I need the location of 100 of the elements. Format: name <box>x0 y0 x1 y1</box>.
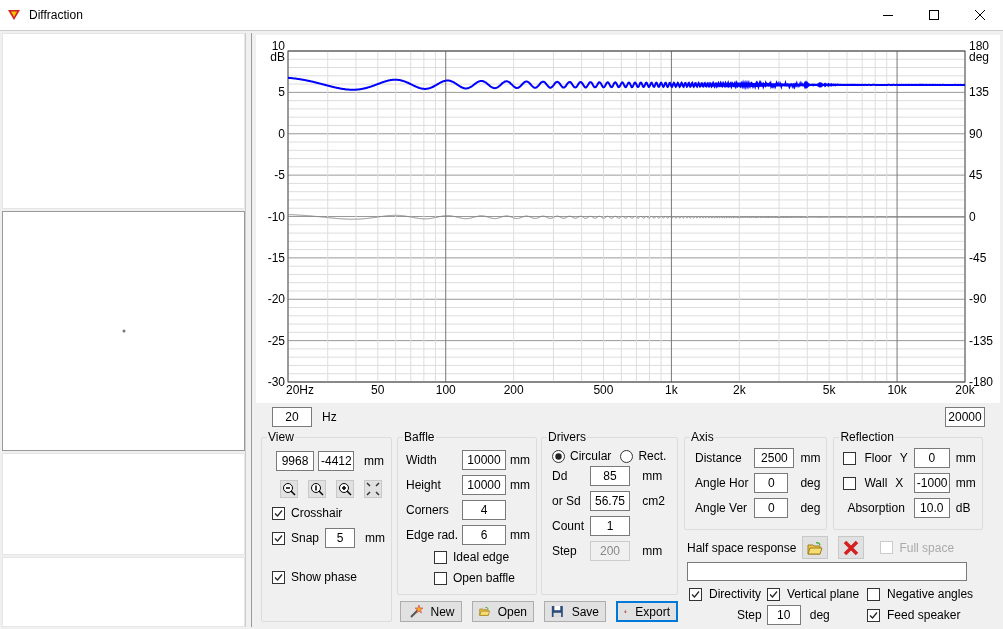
min-frequency-field[interactable]: 20 <box>272 407 312 427</box>
checkmark-icon <box>274 508 283 518</box>
checkbox[interactable] <box>272 531 285 545</box>
y-axis-tick-label: -90 <box>969 292 987 307</box>
group-title: Drivers <box>547 430 588 444</box>
input-field[interactable]: 2500 <box>754 448 795 468</box>
unit-label: mm <box>510 528 531 542</box>
input-field[interactable]: 6 <box>462 525 507 545</box>
folder-icon <box>807 540 824 555</box>
unit-label: mm <box>642 544 664 558</box>
zoom-out-icon <box>282 482 296 496</box>
y-axis-tick-label: -30 <box>267 375 285 389</box>
y-axis-tick-label: 0 <box>278 126 285 141</box>
x-axis-tick-label: 5k <box>822 383 836 397</box>
input-field[interactable]: -1000 <box>913 473 950 493</box>
input-field[interactable]: 56.75 <box>590 491 631 511</box>
zoom-in-button[interactable] <box>336 480 354 498</box>
unit-label: mm <box>510 453 531 467</box>
checkbox[interactable] <box>767 587 781 601</box>
y-axis-tick-label: -5 <box>274 168 285 183</box>
driver-dot-icon <box>121 329 126 333</box>
input-field[interactable]: 0 <box>754 473 789 493</box>
unit-label: mm <box>800 451 821 465</box>
input-field[interactable]: 0 <box>913 448 950 468</box>
unit-label: deg <box>800 501 821 515</box>
max-frequency-field[interactable]: 20000 <box>945 407 985 427</box>
input-field[interactable]: 0 <box>754 498 789 518</box>
y-axis-unit-label: dB <box>270 50 285 64</box>
x-axis-tick-label: 50 <box>371 383 385 397</box>
y-axis-unit-label: deg <box>969 50 990 64</box>
checkbox-label: Full space <box>899 540 955 555</box>
checkbox[interactable] <box>272 570 285 584</box>
close-icon[interactable] <box>975 10 985 20</box>
x-axis-tick-label: 200 <box>503 383 524 397</box>
clear-button[interactable] <box>838 536 865 559</box>
toolbar-button[interactable]: Save <box>544 601 607 622</box>
toolbar-button[interactable]: New <box>400 601 463 622</box>
x-coordinate-field[interactable]: 9968 <box>276 451 314 471</box>
unit-label: mm <box>955 451 976 465</box>
window-title: Diffraction <box>29 8 84 22</box>
input-field[interactable]: 5 <box>325 528 356 548</box>
checkbox-label: Negative angles <box>887 587 974 601</box>
fit-view-button[interactable] <box>364 480 382 498</box>
checkbox[interactable] <box>843 476 857 490</box>
checkbox-label: Crosshair <box>291 506 343 520</box>
input-field[interactable]: 10.0 <box>913 498 950 518</box>
unit-label: mm <box>365 531 386 545</box>
checkbox-label: Feed speaker <box>887 608 961 622</box>
checkbox-label: Snap <box>291 531 320 545</box>
unit-label: deg <box>809 608 830 622</box>
group-title: Axis <box>690 430 715 444</box>
y-axis-tick-label: 10 <box>271 39 285 53</box>
app-logo-icon <box>7 9 21 21</box>
radio-button-icon[interactable] <box>620 449 634 463</box>
checkbox[interactable] <box>867 608 881 622</box>
checkbox-label: Show phase <box>291 570 358 584</box>
x-axis-tick-label: 100 <box>435 383 456 397</box>
checkbox[interactable] <box>272 506 285 520</box>
field-label: Absorption <box>847 501 906 515</box>
input-field[interactable]: 10 <box>766 605 801 625</box>
field-label: Half space response <box>687 540 797 555</box>
field-label: Width <box>406 453 438 467</box>
y-axis-tick-label: -15 <box>267 250 285 265</box>
folder-icon <box>479 604 490 619</box>
axis-label: Y <box>899 451 908 465</box>
y-axis-tick-label: -10 <box>267 209 285 224</box>
field-label: Angle Hor <box>695 476 749 490</box>
input-field[interactable]: 4 <box>462 500 507 520</box>
y-coordinate-field[interactable]: -4412 <box>318 451 354 471</box>
checkbox[interactable] <box>434 571 448 585</box>
group-title: View <box>267 430 295 444</box>
cross-icon <box>843 539 860 556</box>
checkmark-icon <box>274 533 283 543</box>
maximize-icon[interactable] <box>929 10 939 20</box>
unit-label: mm <box>364 454 384 468</box>
field-label: Dd <box>552 469 569 483</box>
checkbox[interactable] <box>434 550 448 564</box>
y-axis-tick-label: 5 <box>278 85 285 100</box>
checkbox[interactable] <box>843 451 857 465</box>
input-field[interactable]: 10000 <box>462 450 507 470</box>
unit-label: mm <box>955 476 976 490</box>
radio-button-icon[interactable] <box>552 449 566 463</box>
input-field[interactable]: 1 <box>590 516 631 536</box>
zoom-out-button[interactable] <box>280 480 298 498</box>
axis-label: X <box>895 476 904 490</box>
input-field[interactable]: 85 <box>590 466 631 486</box>
checkmark-icon <box>769 589 779 599</box>
checkbox[interactable] <box>689 587 703 601</box>
toolbar-button[interactable]: Open <box>472 601 535 622</box>
toolbar-button[interactable]: Export <box>616 601 679 622</box>
input-field[interactable]: 10000 <box>462 475 507 495</box>
field-label: or Sd <box>552 494 582 508</box>
unit-label: cm2 <box>642 494 666 508</box>
x-axis-tick-label: 1k <box>665 383 678 397</box>
file-path-field[interactable] <box>687 562 968 581</box>
group-title: Baffle <box>403 430 436 444</box>
y-axis-tick-label: 180 <box>969 39 990 53</box>
checkbox[interactable] <box>867 587 881 601</box>
zoom-reset-button[interactable] <box>308 480 326 498</box>
y-axis-tick-label: 135 <box>969 85 990 100</box>
